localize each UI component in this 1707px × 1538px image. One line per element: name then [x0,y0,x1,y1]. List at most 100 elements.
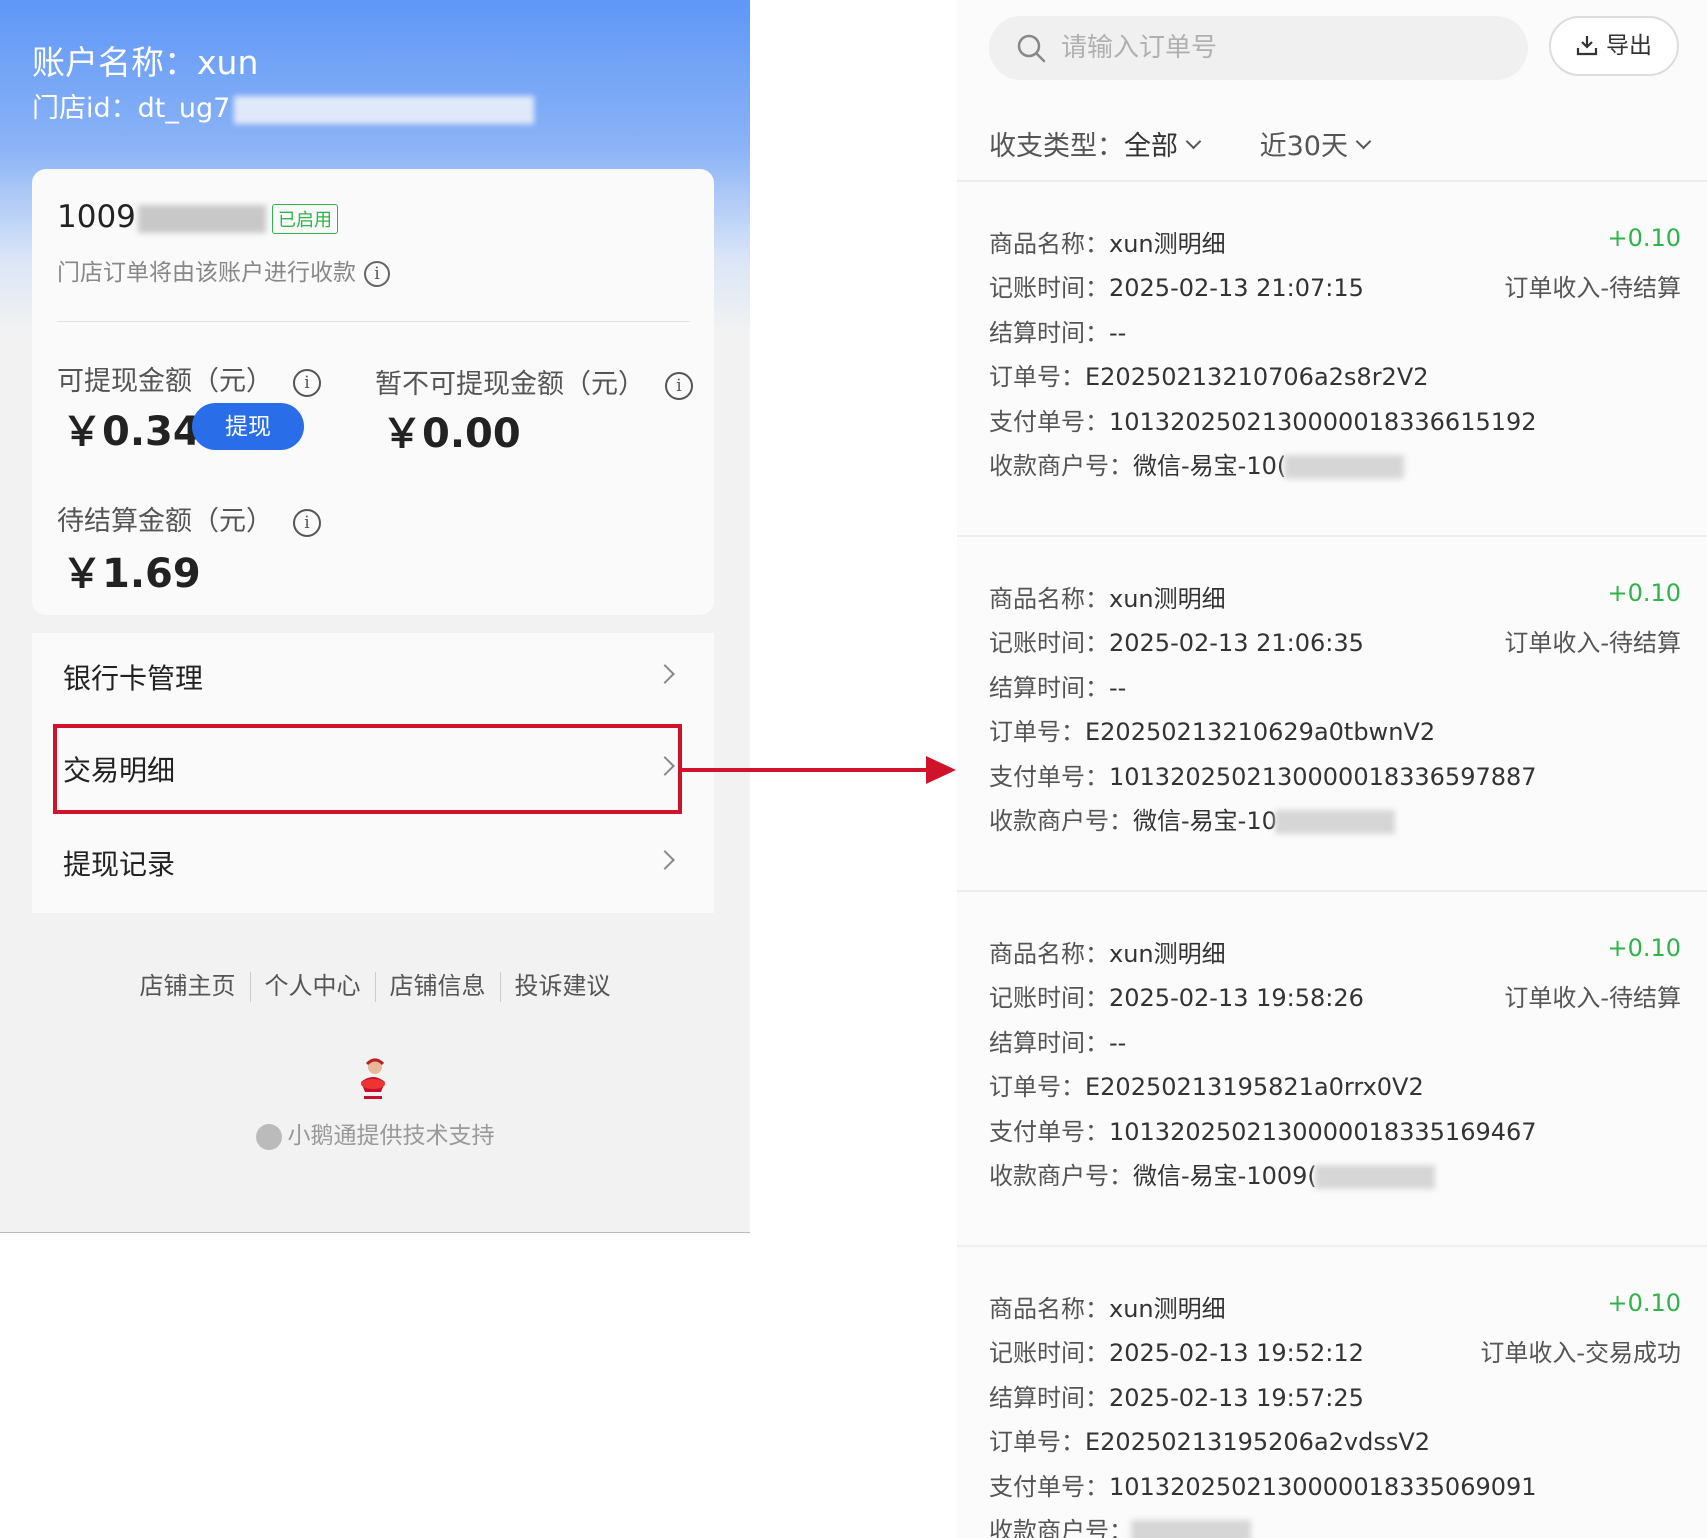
field-label: 结算时间： [989,1029,1109,1057]
filter-type-label: 收支类型： [989,131,1124,162]
record-product: 商品名称：xun测明细 [989,224,1226,259]
record-record-time: 记账时间：2025-02-13 19:52:12 [989,1333,1364,1368]
pending-amount: ￥1.69 [62,551,201,597]
record-order-no: 订单号：E20250213195206a2vdssV2 [989,1422,1430,1457]
record-pay-no: 支付单号：1013202502130000018336615192 [989,402,1537,437]
field-label: 记账时间： [989,629,1109,657]
record-amount: +0.10 [1607,224,1681,252]
withdraw-button[interactable]: 提现 [192,403,304,450]
record-amount: +0.10 [1607,1289,1681,1317]
record-settle-time: 结算时间：-- [989,313,1126,348]
redacted-card-number [137,204,266,233]
arrow-right-icon [682,756,956,784]
record-settle-time: 结算时间：-- [989,668,1126,703]
chevron-right-icon [655,756,675,776]
field-value: 2025-02-13 19:52:12 [1109,1339,1364,1367]
record-settle-time: 结算时间：2025-02-13 19:57:25 [989,1378,1364,1413]
field-value: 2025-02-13 21:06:35 [1109,629,1364,657]
menu-item-bank-card[interactable]: 银行卡管理 [32,633,714,723]
record-merchant: 收款商户号：微信-易宝-1009( [989,1156,1435,1191]
field-label: 订单号： [989,363,1085,391]
info-icon[interactable]: i [293,368,321,397]
field-label: 收款商户号： [989,807,1133,835]
transaction-record[interactable]: 商品名称：xun测明细记账时间：2025-02-13 19:52:12 结算时间：… [957,1247,1707,1538]
status-badge: 已启用 [272,204,338,234]
footer-link-personal-center[interactable]: 个人中心 [265,972,361,1000]
transaction-record[interactable]: 商品名称：xun测明细 记账时间：2025-02-13 21:06:35 结算时间：… [957,537,1707,892]
field-value: 2025-02-13 19:57:25 [1109,1384,1364,1412]
withdrawable-amount: ￥0.34 [62,409,201,455]
field-label: 记账时间： [989,274,1109,302]
collect-note: 门店订单将由该账户进行收款 i [57,253,390,287]
tech-support: 小鹅通提供技术支持 [0,1116,750,1150]
record-pay-no: 支付单号：1013202502130000018335169467 [989,1112,1537,1147]
info-icon[interactable]: i [293,508,321,537]
nonwithdrawable-amount: ￥0.00 [382,411,521,457]
chevron-down-icon [1355,133,1372,150]
record-amount: +0.10 [1607,579,1681,607]
field-label: 结算时间： [989,674,1109,702]
field-value: -- [1109,319,1127,347]
field-value: 1013202502130000018335069091 [1109,1473,1537,1501]
filter-date[interactable]: 近30天 [1259,131,1372,162]
record-product: 商品名称：xun测明细 [989,1289,1226,1324]
card-number-text: 1009 [57,199,136,235]
search-input[interactable] [1061,26,1501,70]
record-merchant: 收款商户号：微信-易宝-10( [989,446,1405,481]
record-status: 订单收入-待结算 [1504,629,1681,657]
menu-item-withdraw-records[interactable]: 提现记录 [32,819,714,909]
divider [0,1232,750,1233]
field-label: 订单号： [989,1073,1085,1101]
filter-type[interactable]: 收支类型：全部 [989,131,1202,162]
chevron-right-icon [655,664,675,684]
provider-logo-icon [255,1123,282,1150]
info-icon[interactable]: i [364,260,390,287]
record-amount: +0.10 [1607,934,1681,962]
field-value: 1013202502130000018336597887 [1109,763,1537,791]
card-number: 1009 [57,199,266,235]
nonwithdrawable-label: 暂不可提现金额（元） i [375,362,693,401]
field-value: xun测明细 [1109,940,1226,968]
export-label: 导出 [1606,33,1652,59]
divider [374,972,376,1002]
field-label: 结算时间： [989,319,1109,347]
field-value: E20250213195206a2vdssV2 [1085,1428,1431,1456]
search-icon [1017,34,1046,63]
field-label: 收款商户号： [989,452,1133,480]
field-label: 记账时间： [989,984,1109,1012]
redacted-store-id [234,95,535,124]
menu-list: 银行卡管理 交易明细 提现记录 [32,633,714,913]
menu-item-label: 交易明细 [63,754,176,787]
field-value: 微信-易宝-10( [1133,452,1287,480]
field-label: 支付单号： [989,1118,1109,1146]
record-record-time: 记账时间：2025-02-13 21:06:35 [989,623,1364,658]
transaction-record[interactable]: 商品名称：xun测明细 记账时间：2025-02-13 19:58:26 结算时间：… [957,892,1707,1247]
filter-date-value: 近30天 [1259,131,1348,162]
menu-item-label: 银行卡管理 [63,662,204,695]
field-value: E20250213210629a0tbwnV2 [1085,718,1436,746]
balance-card: 1009 已启用 门店订单将由该账户进行收款 i 可提现金额（元） i ￥0.34 … [32,169,714,615]
record-pay-no: 支付单号：1013202502130000018336597887 [989,757,1537,792]
record-settle-time: 结算时间：-- [989,1023,1126,1058]
field-value: E20250213210706a2s8r2V2 [1085,363,1429,391]
search-box[interactable] [989,16,1528,80]
footer-link-store-info[interactable]: 店铺信息 [390,972,486,1000]
record-status: 订单收入-待结算 [1504,984,1681,1012]
field-label: 支付单号： [989,408,1109,436]
footer-link-store-home[interactable]: 店铺主页 [140,972,236,1000]
account-panel: 账户名称：xun 门店id：dt_ug7 1009 已启用 门店订单将由该账户进… [0,0,750,1233]
store-id-text: 门店id：dt_ug7 [32,93,231,124]
transaction-record[interactable]: 商品名称：xun测明细 记账时间：2025-02-13 21:07:15 结算时间：… [957,182,1707,537]
info-icon[interactable]: i [665,371,693,400]
download-icon [1576,35,1598,55]
divider [249,972,251,1002]
record-merchant: 收款商户号： [989,1511,1251,1538]
transaction-panel: 导出 收支类型：全部 近30天 商品名称：xun测明细记账时间：2025-02-… [957,0,1707,1538]
menu-item-transactions[interactable]: 交易明细 [32,725,714,815]
account-name: 账户名称：xun [32,43,259,82]
field-label: 支付单号： [989,763,1109,791]
divider [499,972,501,1002]
filter-bar: 收支类型：全部 近30天 [989,124,1372,163]
footer-link-complaint[interactable]: 投诉建议 [515,972,611,1000]
export-button[interactable]: 导出 [1549,16,1679,76]
